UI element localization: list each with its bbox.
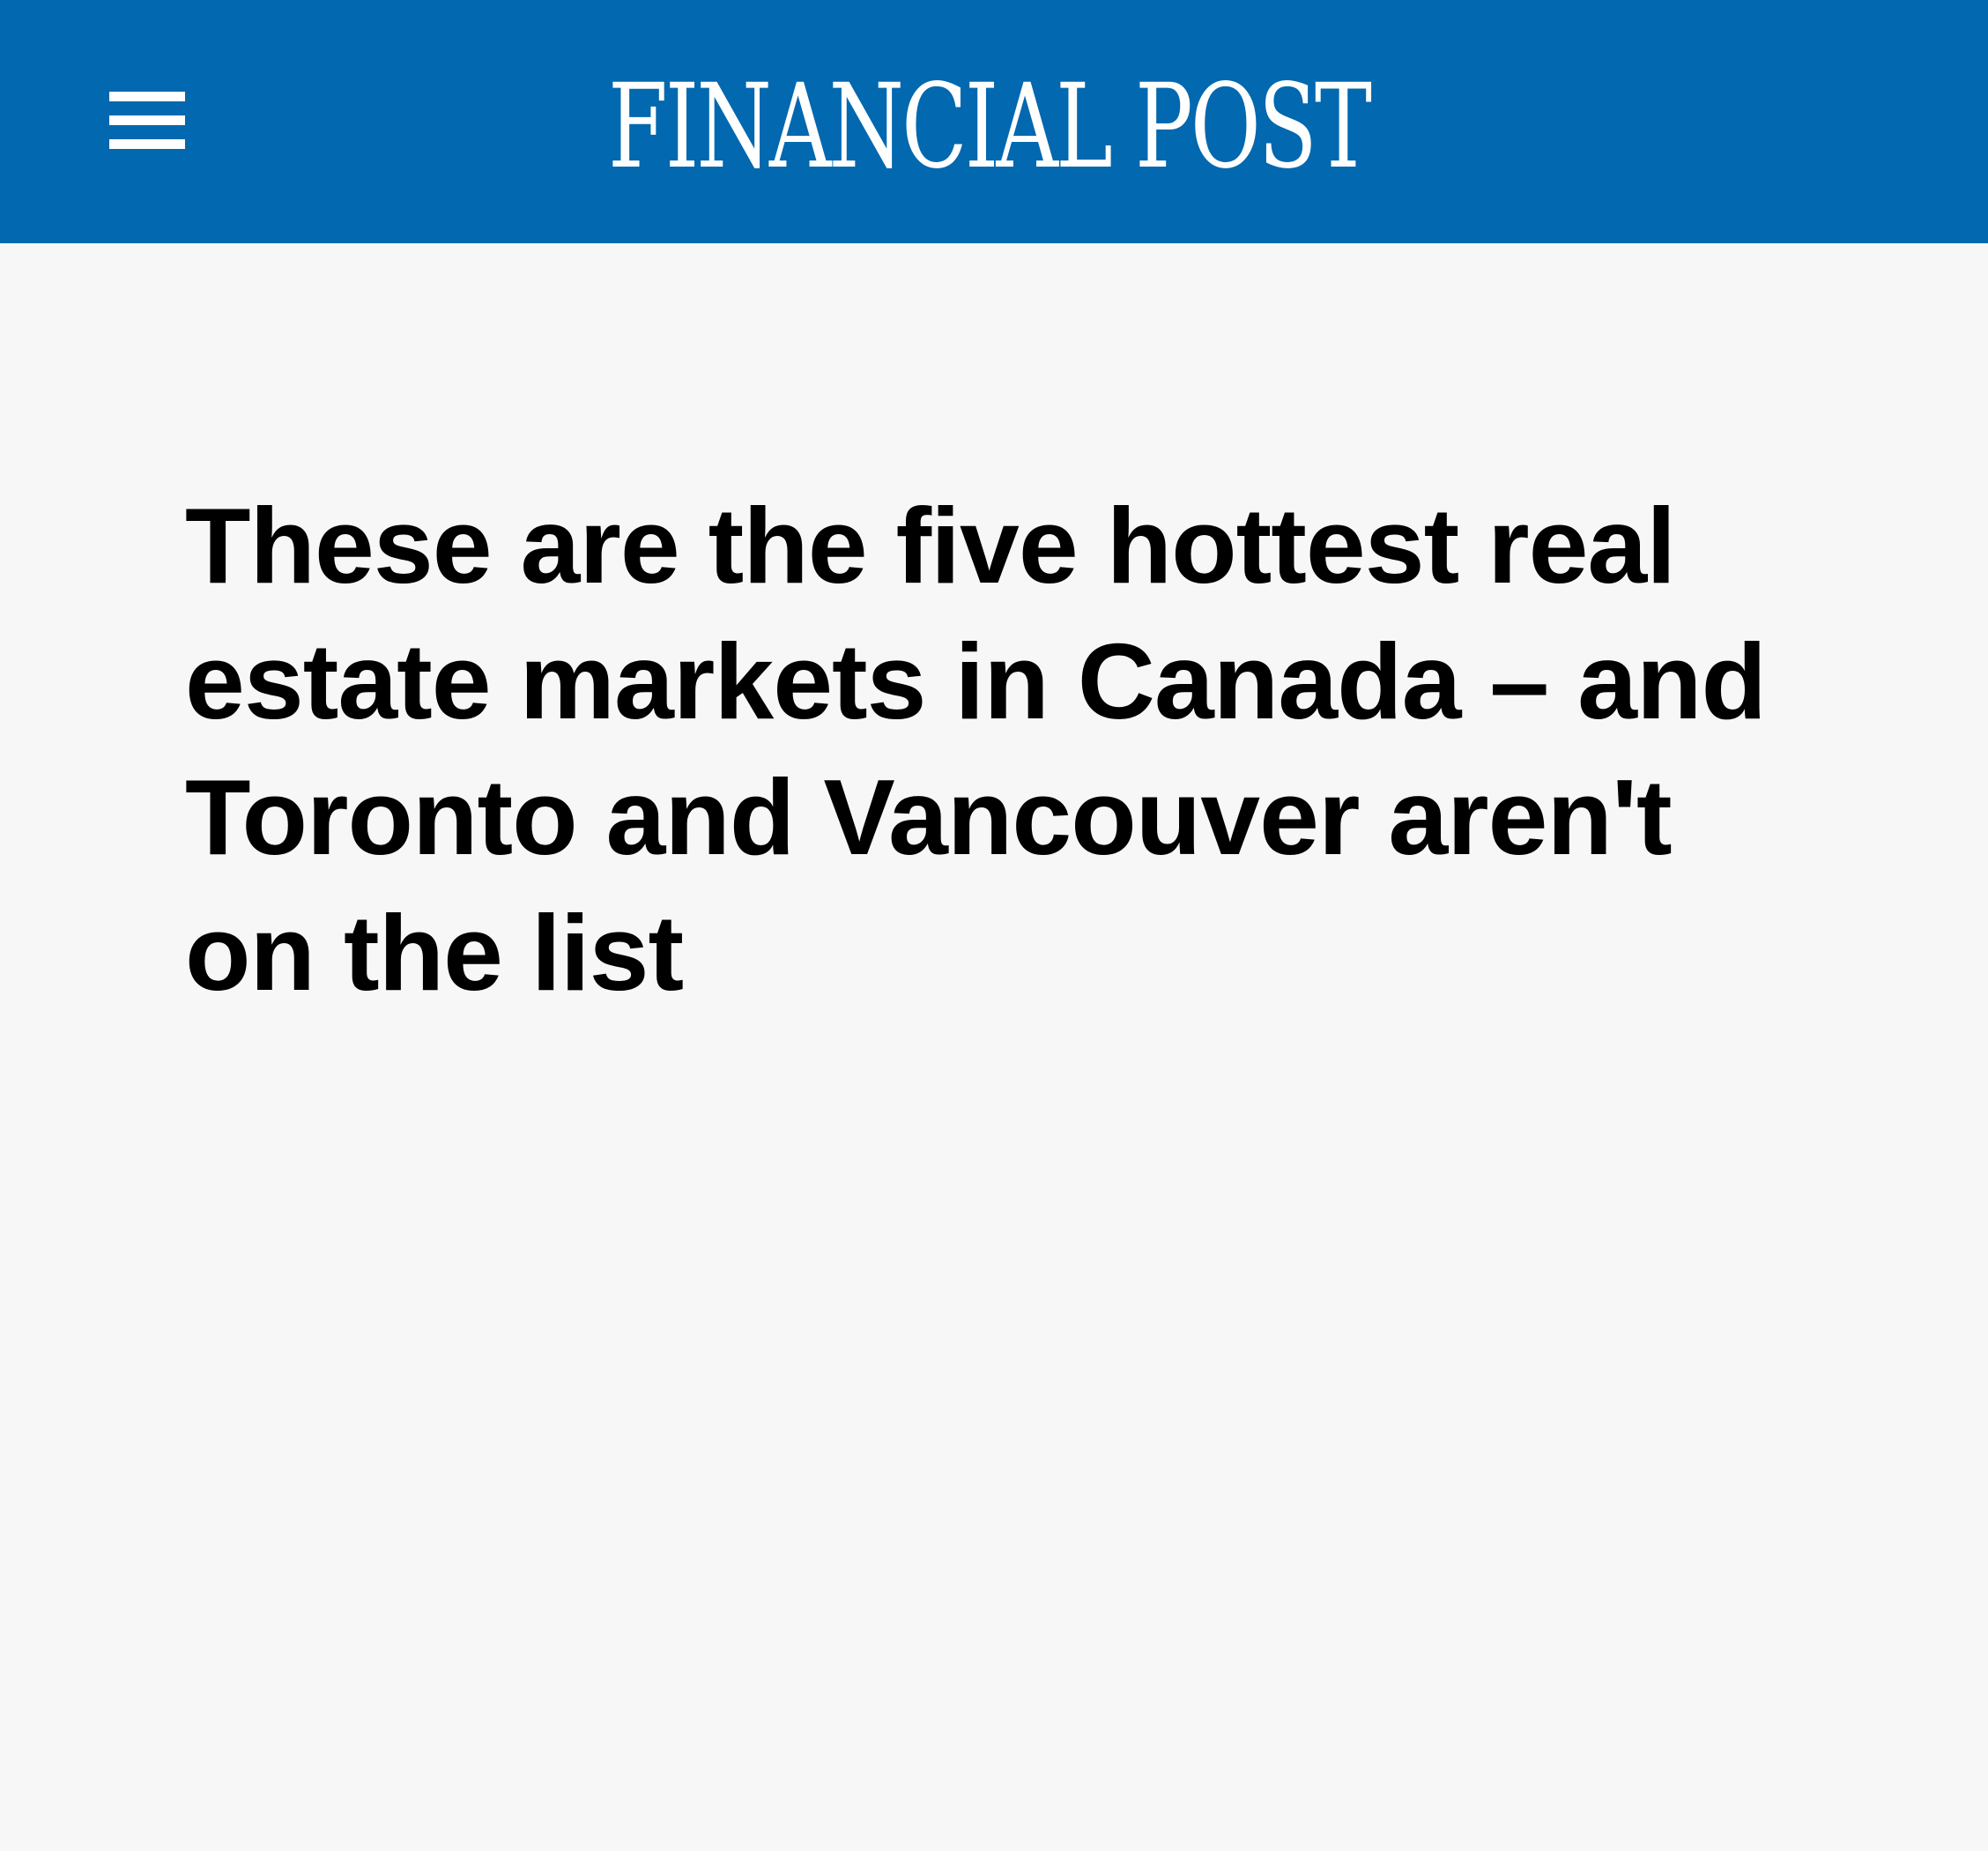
article-headline: These are the five hottest real estate m… <box>185 486 1767 1013</box>
site-logo[interactable]: FINANCIAL POST <box>608 69 1372 185</box>
menu-button[interactable] <box>95 79 190 175</box>
top-navigation-bar: FINANCIAL POST <box>0 0 1988 243</box>
